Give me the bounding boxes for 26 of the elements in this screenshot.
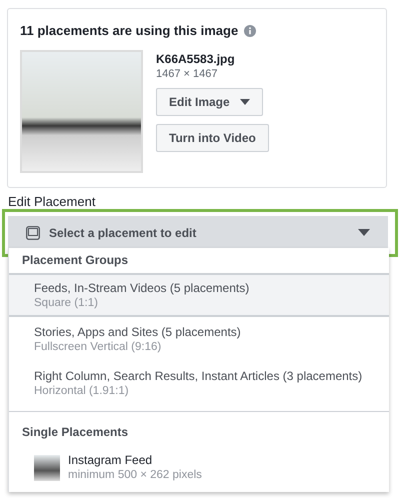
edit-image-button[interactable]: Edit Image <box>156 88 263 116</box>
caret-icon <box>240 99 250 105</box>
menu-item[interactable]: Right Column, Search Results, Instant Articles (3 placements) Horizontal (1.91:1) <box>9 361 389 405</box>
item-title: Right Column, Search Results, Instant Articles (3 placements) <box>34 369 362 383</box>
photo-placeholder <box>34 455 60 481</box>
image-dimensions: 1467 × 1467 <box>156 68 218 80</box>
item-title: Instagram Feed <box>68 453 154 467</box>
section-heading: Placement Groups <box>21 252 130 269</box>
item-title: Feeds, In-Stream Videos (5 placements) <box>34 281 250 295</box>
item-title: Stories, Apps and Sites (5 placements) <box>34 325 241 339</box>
file-name: K66A5583.jpg <box>156 52 235 66</box>
turn-into-video-button[interactable]: Turn into Video <box>156 124 269 152</box>
section-heading: Single Placements <box>21 424 130 441</box>
item-subtitle: minimum 500 × 262 pixels <box>68 469 202 481</box>
menu-item[interactable]: Feeds, In-Stream Videos (5 placements) Square (1:1) <box>9 273 389 317</box>
screen-icon <box>26 226 40 240</box>
caret-icon <box>358 229 370 236</box>
item-subtitle: Fullscreen Vertical (9:16) <box>34 341 162 353</box>
placement-select[interactable]: Select a placement to edit <box>8 216 388 249</box>
edit-placement-label: Edit Placement <box>8 194 96 209</box>
menu-item[interactable]: Instagram Feed minimum 500 × 262 pixels <box>9 445 389 489</box>
info-icon[interactable] <box>244 24 256 36</box>
item-subtitle: Square (1:1) <box>34 297 99 309</box>
item-subtitle: Horizontal (1.91:1) <box>34 385 130 397</box>
menu-item[interactable]: Stories, Apps and Sites (5 placements) Fullscreen Vertical (9:16) <box>9 317 389 361</box>
card-title: 11 placements are using this image <box>20 23 238 38</box>
